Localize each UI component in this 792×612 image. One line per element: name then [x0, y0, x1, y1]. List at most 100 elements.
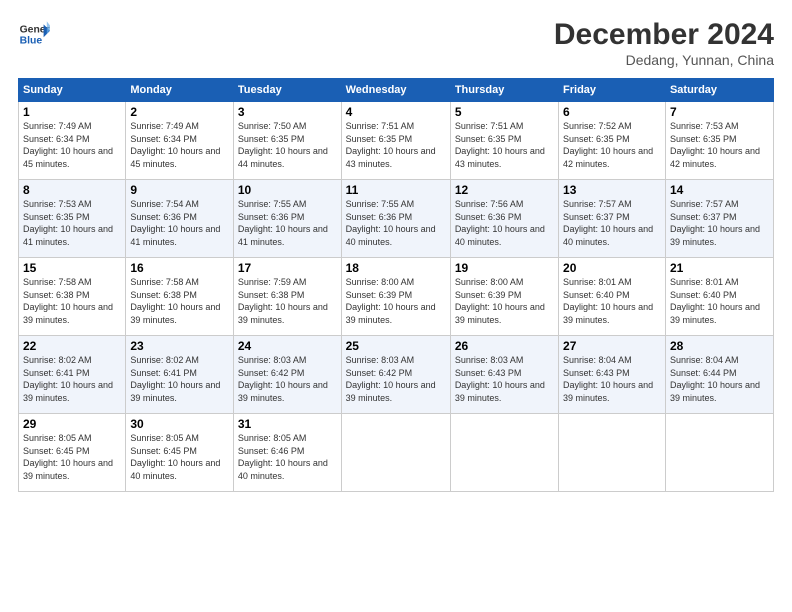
day-info: Sunrise: 8:05 AM Sunset: 6:46 PM Dayligh…	[238, 432, 337, 482]
day-info: Sunrise: 7:54 AM Sunset: 6:36 PM Dayligh…	[130, 198, 229, 248]
day-info: Sunrise: 8:03 AM Sunset: 6:42 PM Dayligh…	[346, 354, 446, 404]
calendar-cell: 7 Sunrise: 7:53 AM Sunset: 6:35 PM Dayli…	[665, 102, 773, 180]
calendar-cell: 5 Sunrise: 7:51 AM Sunset: 6:35 PM Dayli…	[450, 102, 558, 180]
day-info: Sunrise: 8:04 AM Sunset: 6:43 PM Dayligh…	[563, 354, 661, 404]
day-info: Sunrise: 8:05 AM Sunset: 6:45 PM Dayligh…	[130, 432, 229, 482]
day-number: 23	[130, 339, 229, 353]
calendar-cell: 23 Sunrise: 8:02 AM Sunset: 6:41 PM Dayl…	[126, 336, 234, 414]
day-number: 26	[455, 339, 554, 353]
day-info: Sunrise: 8:03 AM Sunset: 6:42 PM Dayligh…	[238, 354, 337, 404]
day-number: 29	[23, 417, 121, 431]
calendar-cell: 31 Sunrise: 8:05 AM Sunset: 6:46 PM Dayl…	[233, 414, 341, 492]
day-number: 25	[346, 339, 446, 353]
day-number: 27	[563, 339, 661, 353]
day-number: 7	[670, 105, 769, 119]
calendar-cell: 3 Sunrise: 7:50 AM Sunset: 6:35 PM Dayli…	[233, 102, 341, 180]
day-info: Sunrise: 7:53 AM Sunset: 6:35 PM Dayligh…	[670, 120, 769, 170]
day-number: 21	[670, 261, 769, 275]
day-info: Sunrise: 8:04 AM Sunset: 6:44 PM Dayligh…	[670, 354, 769, 404]
day-info: Sunrise: 7:56 AM Sunset: 6:36 PM Dayligh…	[455, 198, 554, 248]
calendar-cell: 25 Sunrise: 8:03 AM Sunset: 6:42 PM Dayl…	[341, 336, 450, 414]
day-info: Sunrise: 8:01 AM Sunset: 6:40 PM Dayligh…	[563, 276, 661, 326]
page: General Blue December 2024 Dedang, Yunna…	[0, 0, 792, 612]
col-thursday: Thursday	[450, 79, 558, 102]
day-number: 31	[238, 417, 337, 431]
calendar-cell	[341, 414, 450, 492]
logo-icon: General Blue	[18, 18, 50, 50]
calendar-week-row: 22 Sunrise: 8:02 AM Sunset: 6:41 PM Dayl…	[19, 336, 774, 414]
col-monday: Monday	[126, 79, 234, 102]
day-number: 14	[670, 183, 769, 197]
day-number: 20	[563, 261, 661, 275]
calendar-cell: 29 Sunrise: 8:05 AM Sunset: 6:45 PM Dayl…	[19, 414, 126, 492]
day-info: Sunrise: 7:53 AM Sunset: 6:35 PM Dayligh…	[23, 198, 121, 248]
header: General Blue December 2024 Dedang, Yunna…	[18, 18, 774, 68]
calendar-cell: 30 Sunrise: 8:05 AM Sunset: 6:45 PM Dayl…	[126, 414, 234, 492]
calendar-cell: 20 Sunrise: 8:01 AM Sunset: 6:40 PM Dayl…	[559, 258, 666, 336]
calendar-cell: 11 Sunrise: 7:55 AM Sunset: 6:36 PM Dayl…	[341, 180, 450, 258]
col-tuesday: Tuesday	[233, 79, 341, 102]
day-info: Sunrise: 8:00 AM Sunset: 6:39 PM Dayligh…	[346, 276, 446, 326]
day-info: Sunrise: 8:02 AM Sunset: 6:41 PM Dayligh…	[23, 354, 121, 404]
col-wednesday: Wednesday	[341, 79, 450, 102]
calendar-cell: 10 Sunrise: 7:55 AM Sunset: 6:36 PM Dayl…	[233, 180, 341, 258]
calendar-cell: 21 Sunrise: 8:01 AM Sunset: 6:40 PM Dayl…	[665, 258, 773, 336]
day-info: Sunrise: 7:57 AM Sunset: 6:37 PM Dayligh…	[563, 198, 661, 248]
title-block: December 2024 Dedang, Yunnan, China	[554, 18, 774, 68]
day-info: Sunrise: 8:02 AM Sunset: 6:41 PM Dayligh…	[130, 354, 229, 404]
calendar-cell: 1 Sunrise: 7:49 AM Sunset: 6:34 PM Dayli…	[19, 102, 126, 180]
day-number: 22	[23, 339, 121, 353]
calendar-week-row: 29 Sunrise: 8:05 AM Sunset: 6:45 PM Dayl…	[19, 414, 774, 492]
day-info: Sunrise: 7:58 AM Sunset: 6:38 PM Dayligh…	[130, 276, 229, 326]
calendar-cell: 22 Sunrise: 8:02 AM Sunset: 6:41 PM Dayl…	[19, 336, 126, 414]
day-info: Sunrise: 7:59 AM Sunset: 6:38 PM Dayligh…	[238, 276, 337, 326]
svg-text:Blue: Blue	[20, 36, 43, 47]
day-number: 9	[130, 183, 229, 197]
day-number: 1	[23, 105, 121, 119]
calendar-cell	[665, 414, 773, 492]
day-info: Sunrise: 7:50 AM Sunset: 6:35 PM Dayligh…	[238, 120, 337, 170]
day-info: Sunrise: 7:57 AM Sunset: 6:37 PM Dayligh…	[670, 198, 769, 248]
calendar-table: Sunday Monday Tuesday Wednesday Thursday…	[18, 78, 774, 492]
day-info: Sunrise: 7:55 AM Sunset: 6:36 PM Dayligh…	[238, 198, 337, 248]
calendar-cell: 2 Sunrise: 7:49 AM Sunset: 6:34 PM Dayli…	[126, 102, 234, 180]
day-number: 15	[23, 261, 121, 275]
day-number: 18	[346, 261, 446, 275]
day-number: 2	[130, 105, 229, 119]
calendar-cell: 17 Sunrise: 7:59 AM Sunset: 6:38 PM Dayl…	[233, 258, 341, 336]
day-number: 11	[346, 183, 446, 197]
day-info: Sunrise: 7:52 AM Sunset: 6:35 PM Dayligh…	[563, 120, 661, 170]
calendar-cell	[450, 414, 558, 492]
calendar-cell: 9 Sunrise: 7:54 AM Sunset: 6:36 PM Dayli…	[126, 180, 234, 258]
calendar-cell: 14 Sunrise: 7:57 AM Sunset: 6:37 PM Dayl…	[665, 180, 773, 258]
day-info: Sunrise: 7:49 AM Sunset: 6:34 PM Dayligh…	[130, 120, 229, 170]
logo: General Blue	[18, 18, 50, 50]
day-number: 17	[238, 261, 337, 275]
calendar-cell: 8 Sunrise: 7:53 AM Sunset: 6:35 PM Dayli…	[19, 180, 126, 258]
day-number: 10	[238, 183, 337, 197]
day-number: 6	[563, 105, 661, 119]
calendar-cell: 28 Sunrise: 8:04 AM Sunset: 6:44 PM Dayl…	[665, 336, 773, 414]
day-info: Sunrise: 7:51 AM Sunset: 6:35 PM Dayligh…	[346, 120, 446, 170]
day-number: 8	[23, 183, 121, 197]
day-info: Sunrise: 7:51 AM Sunset: 6:35 PM Dayligh…	[455, 120, 554, 170]
col-saturday: Saturday	[665, 79, 773, 102]
calendar-cell	[559, 414, 666, 492]
calendar-cell: 26 Sunrise: 8:03 AM Sunset: 6:43 PM Dayl…	[450, 336, 558, 414]
day-number: 13	[563, 183, 661, 197]
month-title: December 2024	[554, 18, 774, 52]
day-number: 4	[346, 105, 446, 119]
location: Dedang, Yunnan, China	[554, 52, 774, 68]
day-number: 30	[130, 417, 229, 431]
calendar-cell: 12 Sunrise: 7:56 AM Sunset: 6:36 PM Dayl…	[450, 180, 558, 258]
day-info: Sunrise: 8:05 AM Sunset: 6:45 PM Dayligh…	[23, 432, 121, 482]
calendar-week-row: 15 Sunrise: 7:58 AM Sunset: 6:38 PM Dayl…	[19, 258, 774, 336]
calendar-cell: 6 Sunrise: 7:52 AM Sunset: 6:35 PM Dayli…	[559, 102, 666, 180]
day-number: 3	[238, 105, 337, 119]
day-number: 12	[455, 183, 554, 197]
calendar-cell: 19 Sunrise: 8:00 AM Sunset: 6:39 PM Dayl…	[450, 258, 558, 336]
calendar-cell: 18 Sunrise: 8:00 AM Sunset: 6:39 PM Dayl…	[341, 258, 450, 336]
col-sunday: Sunday	[19, 79, 126, 102]
calendar-week-row: 8 Sunrise: 7:53 AM Sunset: 6:35 PM Dayli…	[19, 180, 774, 258]
col-friday: Friday	[559, 79, 666, 102]
